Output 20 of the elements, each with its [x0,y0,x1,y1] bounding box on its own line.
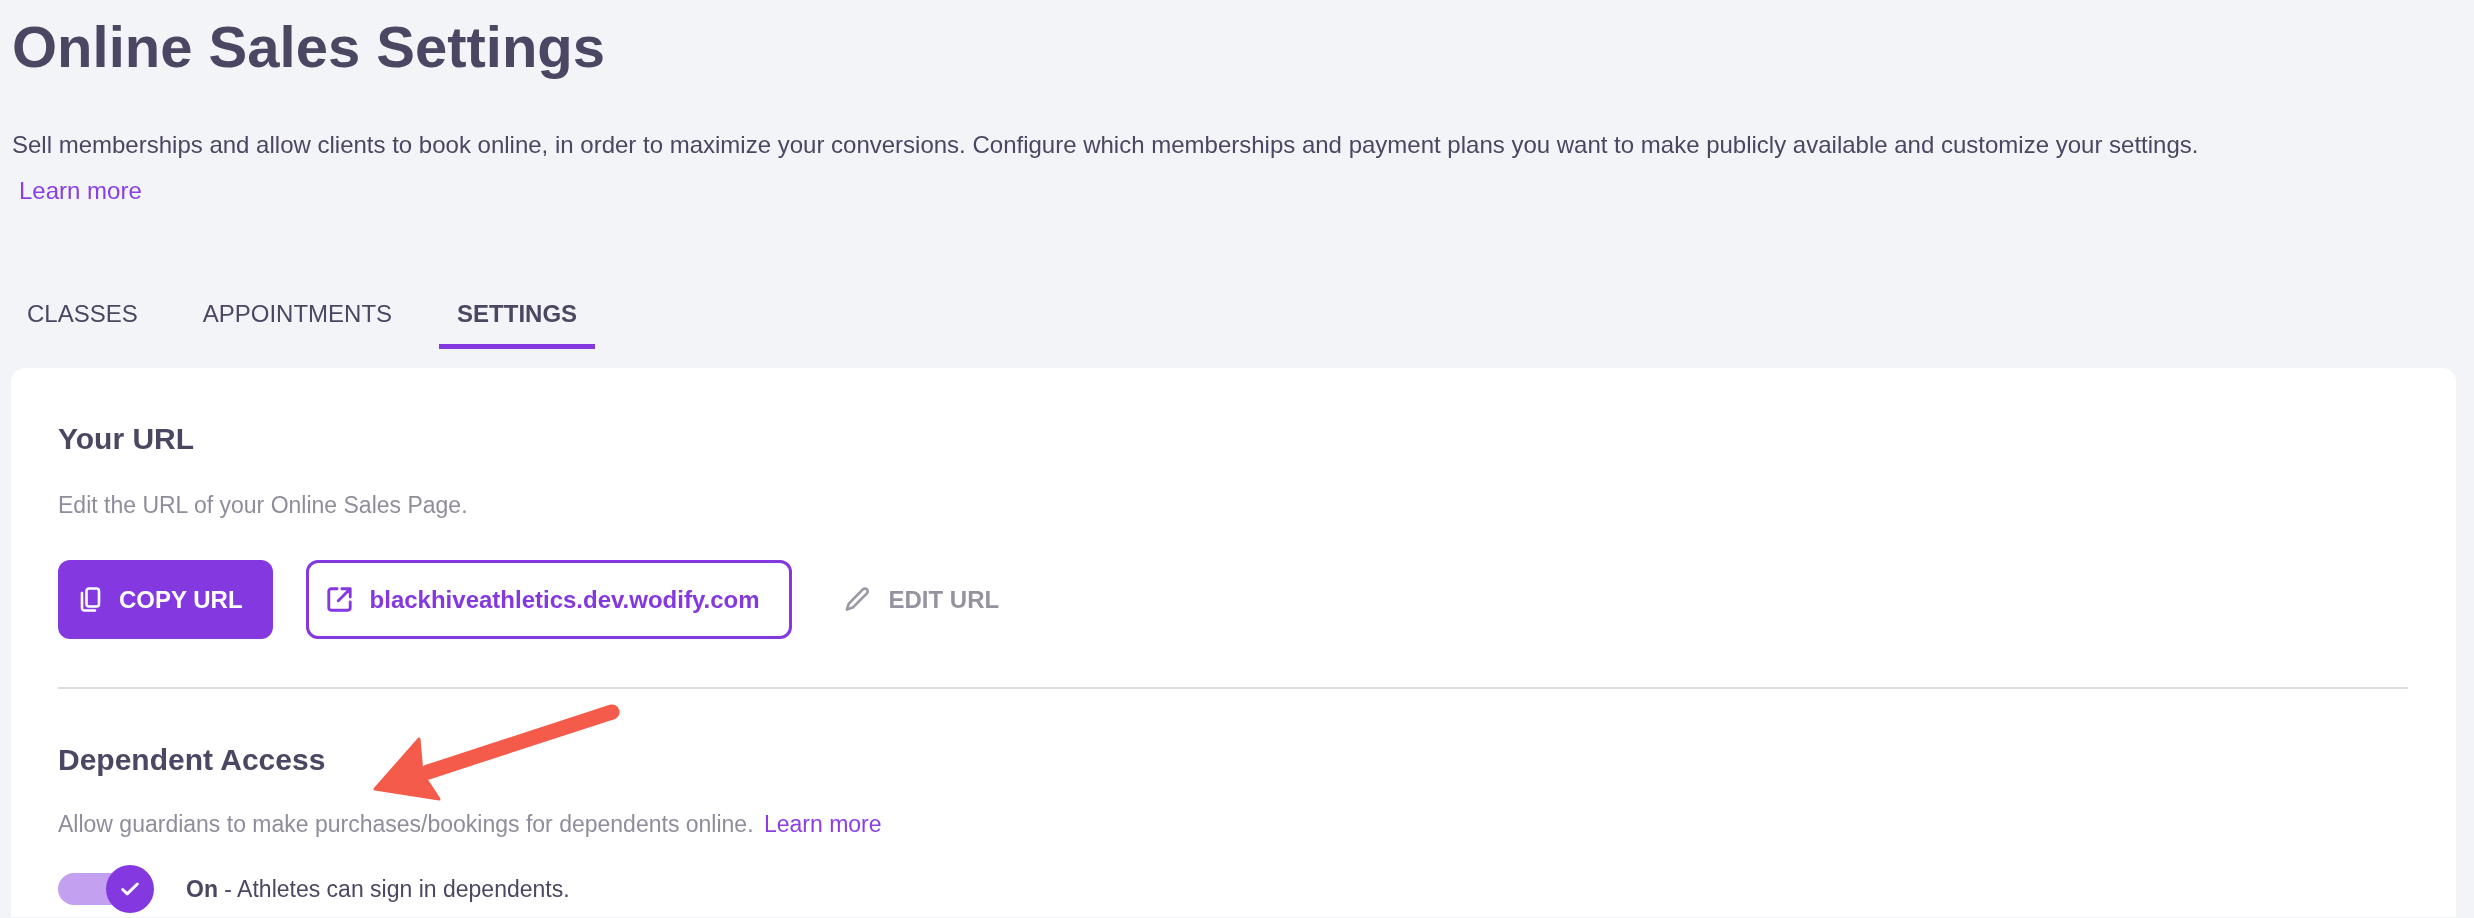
section-description: Allow guardians to make purchases/bookings for dependents online. Learn more [58,810,883,839]
tab[interactable]: SETTINGS [439,284,596,349]
learn-more-link[interactable]: Learn more [19,177,142,204]
section-description: Edit the URL of your Online Sales Page. [58,491,469,520]
copy-icon [79,586,101,613]
pencil-icon [845,587,871,612]
url-link[interactable]: blackhiveathletics.dev.wodify.com [305,560,793,639]
toggle-switch[interactable] [58,865,154,913]
tab[interactable]: CLASSES [9,284,156,349]
edit-url-button[interactable]: EDIT URL [825,560,1020,639]
section-heading: Your URL [58,421,196,457]
learn-more-link[interactable]: Learn more [763,811,882,837]
toggle-label: On - Athletes can sign in dependents. [186,875,570,903]
check-icon [121,882,139,896]
intro-text: Sell memberships and allow clients to book online, in order to maximize your conversions. Configure which memberships and payment plans you want to make publicly available and customize your settings. Learn more [12,130,2200,206]
tab[interactable]: APPOINTMENTS [184,284,411,349]
page-title: Online Sales Settings [12,13,607,81]
copy-url-button[interactable]: COPY URL [58,560,273,639]
external-link-icon [326,587,352,612]
section-heading: Dependent Access [58,742,327,778]
